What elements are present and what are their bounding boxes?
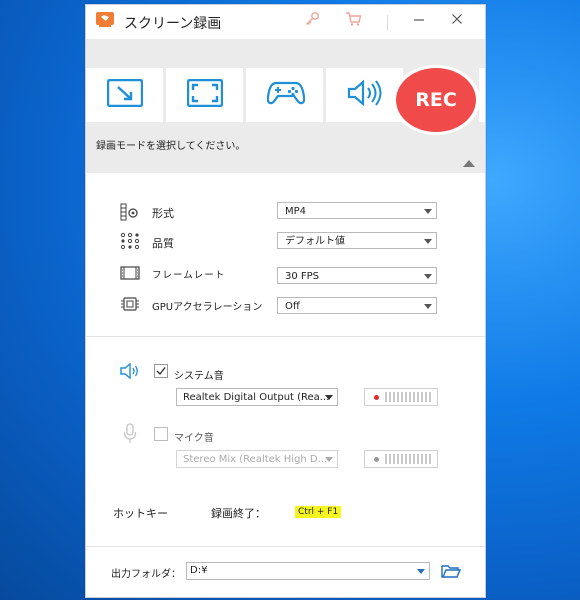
film-icon — [120, 266, 140, 280]
system-audio-label: システム音 — [174, 371, 224, 382]
chevron-down-icon — [325, 457, 333, 462]
microphone-icon — [123, 423, 137, 443]
key-button[interactable] — [301, 11, 323, 31]
level-bars — [385, 392, 433, 402]
next-tile-peek — [479, 68, 485, 122]
quality-value: デフォルト値 — [285, 236, 345, 247]
mic-level-meter — [364, 450, 438, 468]
cart-button[interactable] — [342, 11, 364, 31]
chevron-down-icon — [424, 274, 432, 279]
region-capture-icon — [107, 79, 143, 107]
collapse-arrow-icon[interactable] — [463, 160, 475, 167]
mode-panel: REC 録画モードを選択してください。 — [86, 39, 485, 173]
output-folder-label: 出力フォルダ： — [111, 569, 181, 580]
audio-capture-icon — [347, 79, 382, 107]
hotkey-label: ホットキー — [113, 507, 168, 520]
format-select[interactable]: MP4 — [277, 202, 437, 219]
framerate-value: 30 FPS — [285, 271, 320, 282]
checkmark-icon — [156, 367, 166, 376]
level-indicator-dot — [374, 395, 379, 400]
framerate-select[interactable]: 30 FPS — [277, 267, 437, 284]
mic-device-select[interactable]: Stereo Mix (Realtek High D... — [176, 450, 338, 468]
hotkey-value[interactable]: Ctrl + F1 — [295, 506, 342, 518]
title-separator — [387, 15, 388, 31]
window-title: スクリーン録画 — [124, 16, 222, 32]
open-folder-icon[interactable] — [441, 563, 461, 579]
system-audio-device-select[interactable]: Realtek Digital Output (Rea... — [176, 388, 338, 406]
chevron-down-icon — [417, 569, 425, 574]
title-bar: スクリーン録画 — [86, 5, 485, 39]
gpu-value: Off — [285, 301, 300, 312]
format-gear-icon — [120, 203, 138, 221]
mic-device: Stereo Mix (Realtek High D... — [183, 454, 328, 465]
key-icon — [306, 12, 319, 25]
cart-icon — [345, 12, 361, 26]
output-folder-path: D:¥ — [190, 565, 208, 576]
system-audio-level-meter — [364, 388, 438, 406]
quality-select[interactable]: デフォルト値 — [277, 232, 437, 249]
chevron-down-icon — [424, 209, 432, 214]
quality-label: 品質 — [152, 237, 174, 250]
chip-icon — [121, 297, 139, 311]
game-mode-tile[interactable] — [246, 68, 323, 122]
chevron-down-icon — [424, 239, 432, 244]
system-audio-checkbox[interactable] — [154, 364, 168, 378]
region-mode-tile[interactable] — [86, 68, 163, 122]
output-folder-field[interactable]: D:¥ — [186, 562, 430, 580]
framerate-label: フレームレート — [152, 270, 226, 281]
close-button[interactable] — [446, 11, 468, 31]
format-label: 形式 — [152, 207, 174, 220]
quality-dots-icon — [120, 232, 140, 250]
level-bars — [385, 454, 433, 464]
rec-button[interactable]: REC — [396, 68, 476, 132]
speaker-icon — [120, 363, 138, 379]
gpu-select[interactable]: Off — [277, 297, 437, 314]
divider — [86, 546, 485, 547]
minimize-button[interactable] — [408, 11, 430, 31]
minimize-icon — [414, 19, 424, 21]
game-capture-icon — [267, 81, 305, 105]
fullscreen-capture-icon — [187, 79, 223, 107]
level-indicator-dot — [374, 457, 379, 462]
system-audio-device: Realtek Digital Output (Rea... — [183, 392, 330, 403]
app-window: スクリーン録画 REC 録画モードを選択してください。 形式 MP4 品質 デフ… — [85, 4, 486, 598]
hotkey-action: 録画終了： — [211, 507, 266, 520]
chevron-down-icon — [424, 304, 432, 309]
format-value: MP4 — [285, 206, 307, 217]
mic-audio-label: マイク音 — [174, 433, 214, 444]
close-icon — [452, 14, 462, 24]
fullscreen-mode-tile[interactable] — [166, 68, 243, 122]
app-logo-icon — [96, 12, 114, 27]
divider — [86, 336, 485, 337]
chevron-down-icon — [325, 395, 333, 400]
gpu-label: GPUアクセラレーション — [152, 302, 263, 313]
mic-audio-checkbox[interactable] — [154, 427, 168, 441]
mode-hint-text: 録画モードを選択してください。 — [96, 141, 246, 152]
